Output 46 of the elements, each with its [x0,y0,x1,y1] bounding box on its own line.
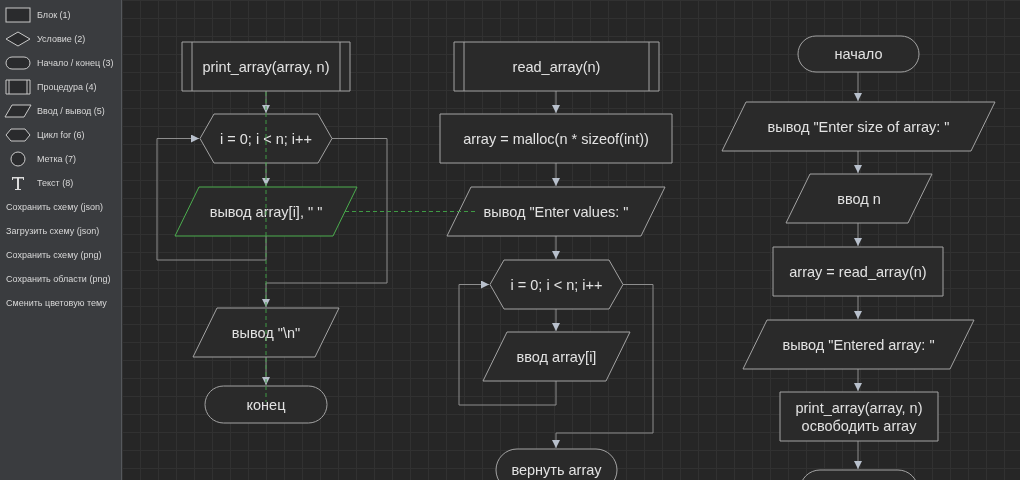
terminal-block[interactable] [799,469,919,480]
io-block[interactable]: вывод "Enter size of array: " [721,101,996,152]
connector-arrow [854,295,862,320]
parallelogram-icon [4,102,32,120]
menu-action[interactable]: Загрузить схему (json) [0,219,100,243]
io-block[interactable]: вывод array[i], " " [174,186,358,237]
shape-tool[interactable]: Цикл for (6) [0,123,121,147]
connector-arrow [552,235,560,260]
process-block[interactable]: array = read_array(n) [772,246,944,297]
shape-tool[interactable]: Метка (7) [0,147,121,171]
shape-tool[interactable]: Условие (2) [0,27,121,51]
io-block[interactable]: вывод "Enter values: " [446,186,666,237]
terminal-block[interactable]: начало [797,35,920,73]
connector-arrow [854,150,862,174]
terminal-block[interactable]: вернуть array [495,448,618,480]
loop-block[interactable]: i = 0; i < n; i++ [489,259,624,310]
shape-tool[interactable]: Ввод / вывод (5) [0,99,121,123]
terminal-block[interactable]: конец [204,385,328,424]
io-block[interactable]: вывод "\n" [192,307,340,358]
connector-arrow [854,71,862,102]
menu-action[interactable]: Сохранить области (png) [0,267,111,291]
menu-action[interactable]: Сохранить схему (png) [0,243,102,267]
io-block[interactable]: ввод n [785,173,933,224]
shape-tool[interactable]: Начало / конец (3) [0,51,121,75]
hexagon-icon [4,126,32,144]
process-block[interactable]: array = malloc(n * sizeof(int)) [439,113,673,164]
diamond-icon [4,30,32,48]
io-block[interactable]: вывод "Entered array: " [742,319,975,370]
process-block[interactable]: print_array(array, n) освободить array [779,391,939,442]
connector-arrow [854,222,862,247]
loop-block[interactable]: i = 0; i < n; i++ [199,113,333,164]
shape-tool[interactable]: Процедура (4) [0,75,121,99]
connector-arrow [552,162,560,187]
connector-arrow [552,90,560,114]
io-block[interactable]: ввод array[i] [482,331,631,382]
menu-action[interactable]: Сохранить схему (json) [0,195,103,219]
rectangle-icon [4,6,32,24]
procedure-block[interactable]: print_array(array, n) [181,41,351,92]
menu-action[interactable]: Сменить цветовую тему [0,291,107,315]
procedure-icon [4,78,32,96]
procedure-block[interactable]: read_array(n) [453,41,660,92]
rounded-rectangle-icon [4,54,32,72]
shape-tool[interactable]: Блок (1) [0,3,121,27]
shape-tool[interactable]: Текст (8) [0,171,121,195]
connector-arrow [854,440,862,470]
connector-arrow [854,368,862,392]
